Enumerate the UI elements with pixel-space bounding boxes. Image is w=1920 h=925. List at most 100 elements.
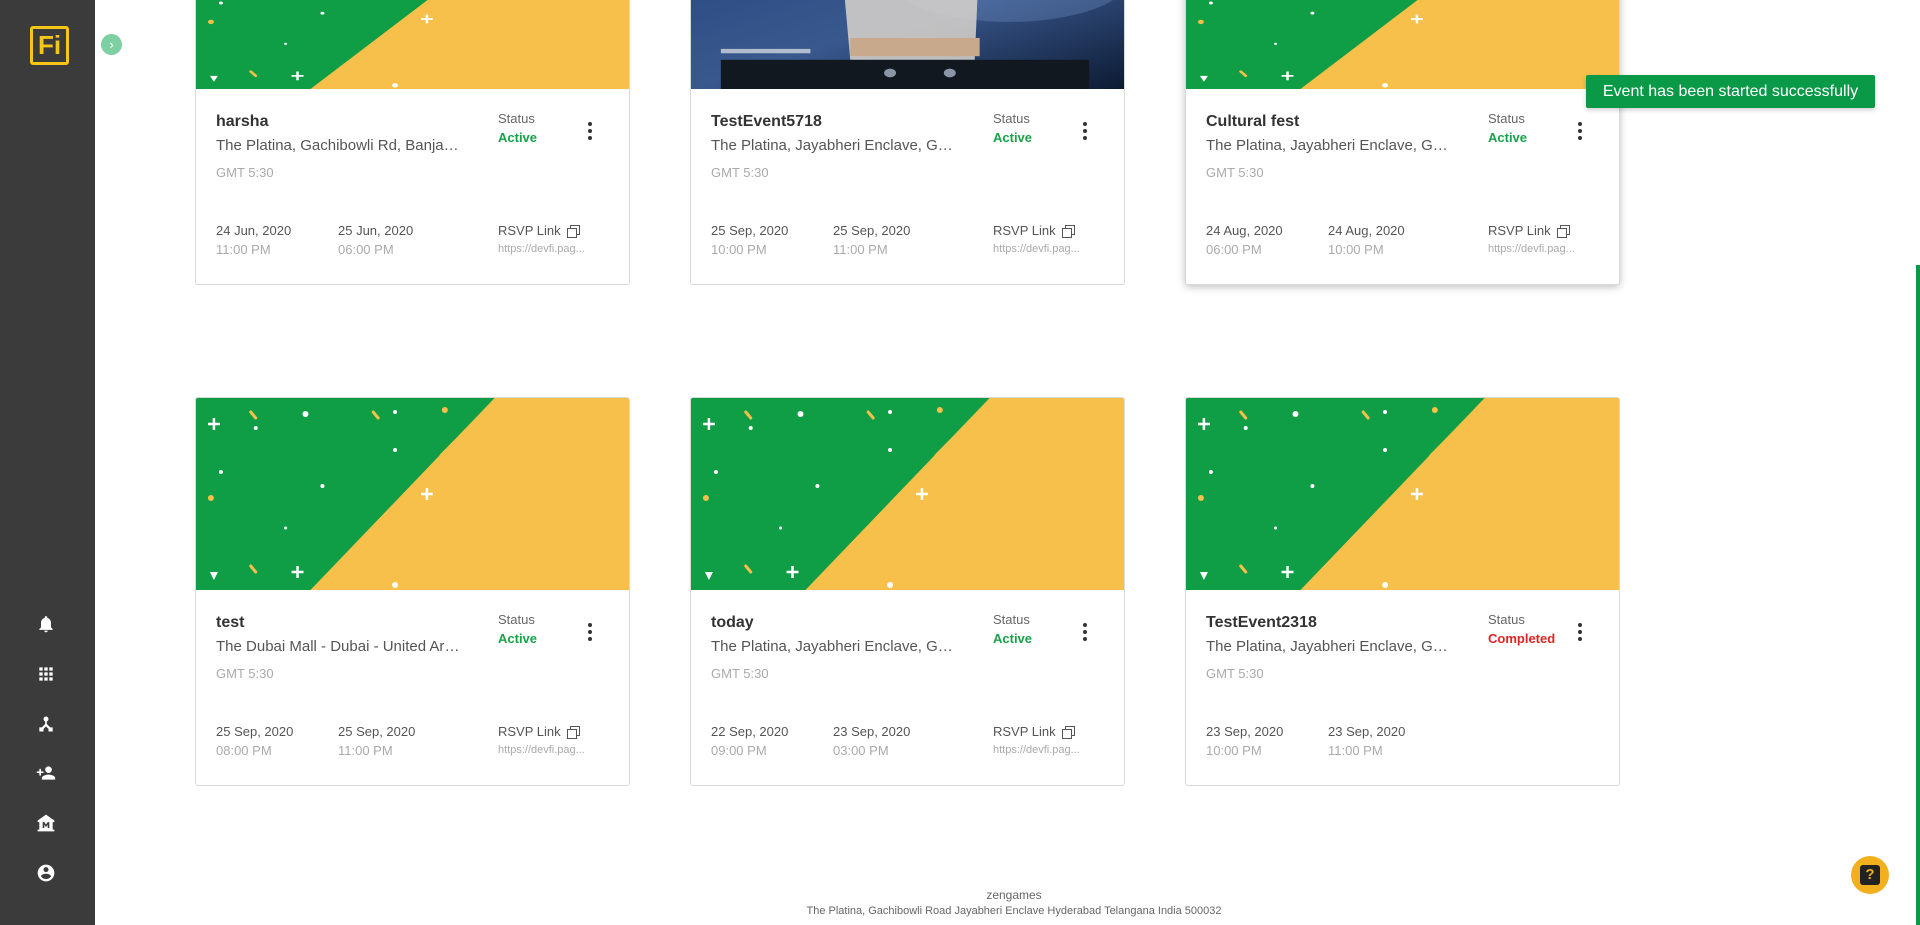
event-card-body: today The Platina, Jayabheri Enclave, Gac… (691, 590, 1124, 785)
event-name[interactable]: TestEvent5718 (711, 113, 822, 131)
more-options-button[interactable] (1570, 119, 1590, 143)
more-options-button[interactable] (1075, 119, 1095, 143)
kebab-dot (1578, 136, 1582, 140)
rsvp-label: RSVP Link (993, 724, 1056, 739)
rsvp-label: RSVP Link (1488, 223, 1551, 238)
status-label: Status (498, 111, 535, 126)
status-badge: Active (993, 631, 1033, 646)
sidebar: Fi (0, 0, 95, 925)
kebab-dot (588, 122, 592, 126)
end-date: 25 Sep, 2020 (833, 223, 911, 238)
add-user-icon[interactable] (34, 761, 58, 785)
end-time: 03:00 PM (833, 743, 889, 758)
kebab-dot (588, 623, 592, 627)
footer-company: zengames (986, 888, 1042, 902)
success-toast: Event has been started successfully (1586, 75, 1875, 108)
end-date: 23 Sep, 2020 (833, 724, 911, 739)
rsvp-url[interactable]: https://devfi.pag... (498, 243, 588, 255)
rsvp-link-button[interactable]: RSVP Link (993, 724, 1075, 739)
kebab-dot (1578, 129, 1582, 133)
rsvp-link-button[interactable]: RSVP Link (1488, 223, 1570, 238)
status-label: Status (1488, 612, 1525, 627)
start-time: 10:00 PM (1206, 743, 1262, 758)
hub-icon[interactable] (34, 712, 58, 736)
event-card[interactable]: today The Platina, Jayabheri Enclave, Gac… (690, 397, 1125, 786)
start-time: 11:00 PM (216, 242, 271, 257)
kebab-dot (1083, 623, 1087, 627)
kebab-dot (1083, 637, 1087, 641)
app-logo[interactable]: Fi (30, 26, 69, 65)
grid-icon[interactable] (34, 662, 58, 686)
end-date: 25 Jun, 2020 (338, 223, 414, 238)
event-card[interactable]: harsha The Platina, Gachibowli Rd, Banjar… (195, 0, 630, 285)
help-button[interactable]: ? (1851, 856, 1889, 894)
museum-icon[interactable] (34, 811, 58, 835)
kebab-dot (1083, 630, 1087, 634)
event-name[interactable]: test (216, 614, 244, 632)
copy-icon[interactable] (566, 224, 580, 238)
more-options-button[interactable] (580, 620, 600, 644)
event-timezone: GMT 5:30 (216, 666, 274, 681)
event-card[interactable]: test The Dubai Mall - Dubai - United Arab… (195, 397, 630, 786)
rsvp-url[interactable]: https://devfi.pag... (498, 744, 588, 756)
event-card[interactable]: Cultural fest The Platina, Jayabheri Encl… (1185, 0, 1620, 285)
event-photo (691, 0, 1124, 89)
kebab-dot (1578, 122, 1582, 126)
more-options-button[interactable] (1075, 620, 1095, 644)
copy-icon[interactable] (1061, 224, 1075, 238)
start-date: 24 Jun, 2020 (216, 223, 292, 238)
end-time: 11:00 PM (1328, 743, 1383, 758)
end-time: 11:00 PM (833, 242, 888, 257)
copy-icon[interactable] (1556, 224, 1570, 238)
end-time: 11:00 PM (338, 743, 393, 758)
status-label: Status (993, 111, 1030, 126)
more-options-button[interactable] (580, 119, 600, 143)
event-card[interactable]: TestEvent5718 The Platina, Jayabheri Encl… (690, 0, 1125, 285)
event-timezone: GMT 5:30 (711, 666, 769, 681)
event-location: The Platina, Jayabheri Enclave, Gachibow… (1206, 137, 1451, 154)
account-icon[interactable] (34, 861, 58, 885)
copy-icon[interactable] (566, 725, 580, 739)
sidebar-toggle-button[interactable]: › (101, 34, 122, 55)
event-location: The Platina, Jayabheri Enclave, Gachibow… (711, 638, 956, 655)
event-name[interactable]: Cultural fest (1206, 113, 1299, 131)
scrollbar-thumb[interactable] (1916, 265, 1920, 925)
event-timezone: GMT 5:30 (711, 165, 769, 180)
event-name[interactable]: today (711, 614, 754, 632)
rsvp-link-button[interactable]: RSVP Link (498, 223, 580, 238)
kebab-dot (1578, 630, 1582, 634)
status-label: Status (1488, 111, 1525, 126)
event-name[interactable]: harsha (216, 113, 268, 131)
status-badge: Active (1488, 130, 1528, 145)
rsvp-link-button[interactable]: RSVP Link (498, 724, 580, 739)
more-options-button[interactable] (1570, 620, 1590, 644)
start-date: 25 Sep, 2020 (216, 724, 294, 739)
status-badge: Active (498, 130, 538, 145)
end-date: 23 Sep, 2020 (1328, 724, 1406, 739)
copy-icon[interactable] (1061, 725, 1075, 739)
event-timezone: GMT 5:30 (216, 165, 274, 180)
event-name[interactable]: TestEvent2318 (1206, 614, 1317, 632)
event-banner (1186, 398, 1619, 590)
event-card-body: TestEvent2318 The Platina, Jayabheri Encl… (1186, 590, 1619, 785)
kebab-dot (1578, 637, 1582, 641)
rsvp-url[interactable]: https://devfi.pag... (993, 744, 1083, 756)
kebab-dot (588, 630, 592, 634)
rsvp-url[interactable]: https://devfi.pag... (1488, 243, 1578, 255)
kebab-dot (1083, 122, 1087, 126)
event-location: The Platina, Gachibowli Rd, Banjara Hill… (216, 137, 461, 154)
event-banner (196, 398, 629, 590)
scrollbar[interactable] (1916, 0, 1920, 925)
event-timezone: GMT 5:30 (1206, 666, 1264, 681)
rsvp-url[interactable]: https://devfi.pag... (993, 243, 1083, 255)
rsvp-link-button[interactable]: RSVP Link (993, 223, 1075, 238)
end-time: 10:00 PM (1328, 242, 1384, 257)
rsvp-label: RSVP Link (498, 223, 561, 238)
event-card[interactable]: TestEvent2318 The Platina, Jayabheri Encl… (1185, 397, 1620, 786)
rsvp-label: RSVP Link (498, 724, 561, 739)
bell-icon[interactable] (34, 612, 58, 636)
event-card-body: TestEvent5718 The Platina, Jayabheri Encl… (691, 89, 1124, 284)
event-location: The Dubai Mall - Dubai - United Arab Emi… (216, 638, 461, 655)
start-time: 08:00 PM (216, 743, 272, 758)
start-date: 25 Sep, 2020 (711, 223, 789, 238)
